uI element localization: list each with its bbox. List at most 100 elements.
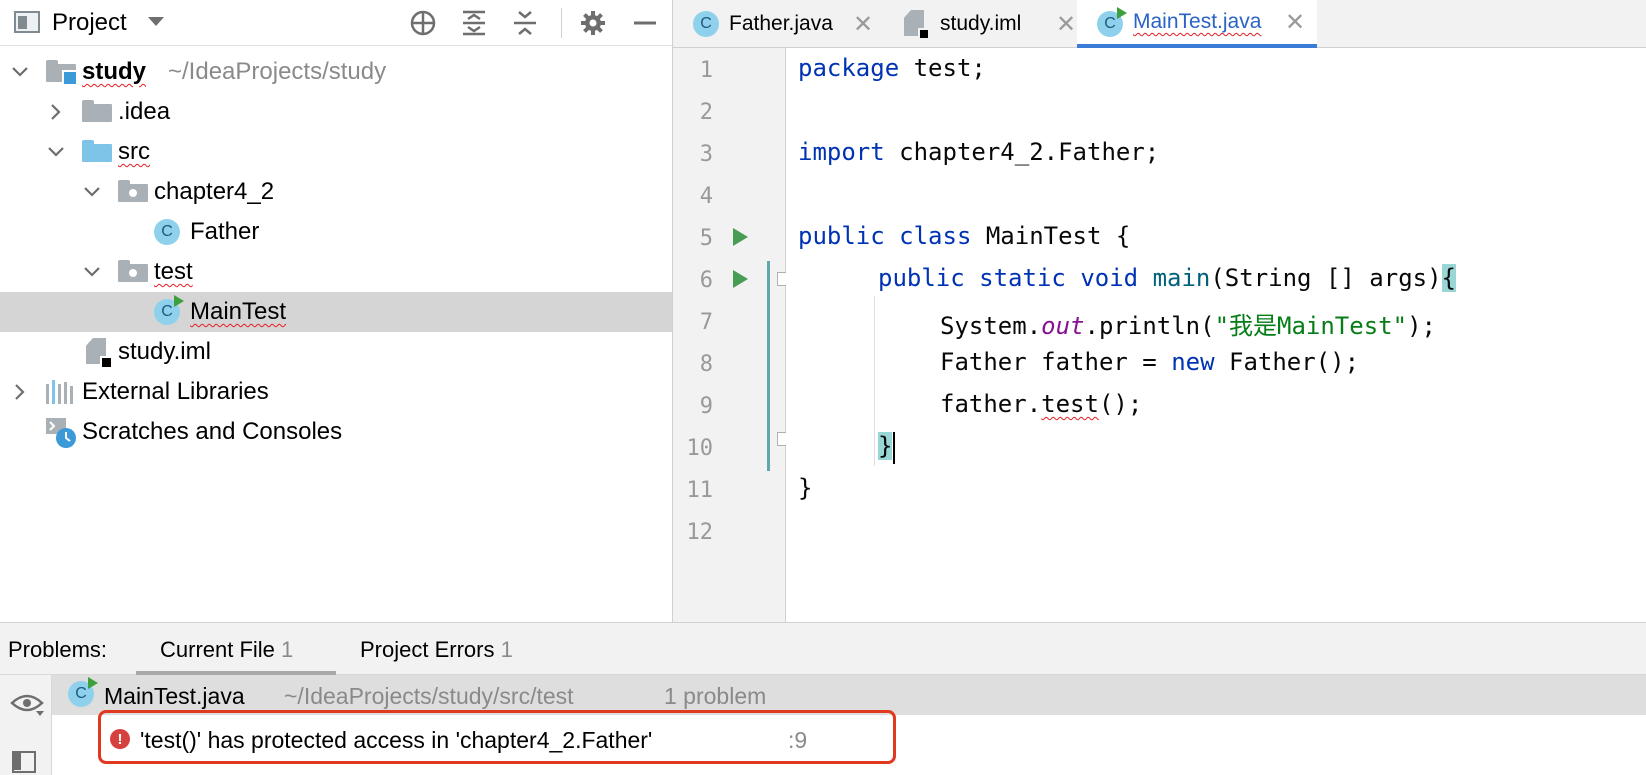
line-number: 12 [686, 520, 714, 545]
project-panel-title[interactable]: Project [52, 9, 127, 37]
line-number: 7 [699, 310, 713, 335]
scratches-icon [44, 416, 78, 448]
collapse-all-icon[interactable] [510, 8, 540, 38]
tree-item-label: study [82, 58, 147, 85]
tree-item-src[interactable]: src [0, 132, 672, 172]
tree-item-test[interactable]: test [0, 252, 672, 292]
tree-item-path: ~/IdeaProjects/study [168, 58, 387, 85]
error-highlight-box [98, 710, 896, 764]
tab-label: MainTest.java [1133, 10, 1262, 33]
line-number: 3 [699, 142, 713, 167]
chevron-right-icon[interactable] [42, 98, 70, 126]
run-icon[interactable] [733, 270, 748, 288]
code-line-8: Father father = new Father(); [940, 348, 1360, 376]
tree-item-study-iml[interactable]: study.iml [0, 332, 672, 372]
code-line-11: } [798, 474, 813, 502]
source-folder-icon [82, 140, 112, 162]
line-number: 11 [686, 478, 714, 503]
project-panel-header: Project [0, 0, 672, 46]
code-line-5: public class MainTest { [798, 222, 1131, 250]
tree-item-label: Scratches and Consoles [82, 418, 343, 445]
module-folder-icon [46, 60, 78, 86]
problem-file-name: MainTest.java [104, 683, 245, 709]
chevron-down-icon[interactable] [78, 178, 106, 206]
tree-item-label: Father [190, 218, 260, 245]
tree-item-external-libraries[interactable]: External Libraries [0, 372, 672, 412]
tree-item-label: MainTest [190, 298, 287, 325]
run-icon[interactable] [733, 228, 748, 246]
runnable-class-icon: C [1097, 7, 1127, 37]
line-number: 2 [699, 100, 713, 125]
minimize-icon[interactable] [630, 8, 660, 38]
tab-maintest-java[interactable]: C MainTest.java ✕ [1077, 0, 1317, 48]
tab-label: Project Errors 1 [360, 637, 513, 662]
libraries-icon [46, 380, 76, 404]
line-number: 4 [699, 184, 713, 209]
package-icon [118, 180, 148, 202]
tree-item-label: .idea [118, 98, 171, 125]
line-number: 9 [699, 394, 713, 419]
toolbar-divider [561, 8, 562, 38]
package-icon [118, 260, 148, 282]
locate-icon[interactable] [408, 8, 438, 38]
tab-study-iml[interactable]: study.iml ✕ [888, 0, 1091, 48]
folder-icon [82, 100, 112, 122]
code-line-10: } [878, 432, 893, 460]
iml-badge-icon [100, 356, 113, 369]
gear-icon[interactable] [578, 8, 608, 38]
runnable-class-icon: C [154, 295, 184, 325]
class-icon: C [693, 11, 719, 37]
eye-icon[interactable] [10, 693, 44, 722]
tree-item-maintest[interactable]: C MainTest [0, 292, 672, 332]
problem-file-row[interactable]: C MainTest.java ~/IdeaProjects/study/src… [52, 675, 1646, 715]
text-cursor [893, 432, 895, 464]
expand-all-icon[interactable] [459, 8, 489, 38]
tab-project-errors[interactable]: Project Errors 1 [336, 623, 546, 675]
line-number: 8 [699, 352, 713, 377]
tab-current-file[interactable]: Current File 1 [136, 623, 336, 675]
editor-gutter: 1 2 3 4 5 6 7 8 9 10 11 12 [673, 48, 791, 622]
chevron-down-icon[interactable] [148, 17, 164, 26]
tree-item-label: test [154, 258, 193, 285]
code-line-6: public static void main(String [] args){ [878, 264, 1456, 292]
indent-guide [874, 296, 875, 466]
chevron-down-icon[interactable] [42, 138, 70, 166]
tab-label: Current File 1 [160, 637, 294, 662]
chevron-down-icon[interactable] [78, 258, 106, 286]
tree-item-study[interactable]: study ~/IdeaProjects/study [0, 52, 672, 92]
problems-sidebar [0, 675, 52, 775]
editor-tabs: C Father.java ✕ study.iml ✕ C MainTest.j… [673, 0, 1646, 48]
chevron-down-icon[interactable] [6, 58, 34, 86]
close-icon[interactable]: ✕ [853, 10, 873, 39]
code-editor[interactable]: package test; import chapter4_2.Father; … [786, 48, 1646, 622]
problems-tabs: Problems: Current File 1 Project Errors … [0, 623, 1646, 675]
change-marker [767, 261, 770, 471]
class-icon: C [154, 219, 180, 245]
tab-label: Father.java [729, 12, 833, 35]
preview-icon[interactable] [12, 751, 36, 773]
project-view-icon[interactable] [14, 11, 40, 33]
tab-father-java[interactable]: C Father.java ✕ [673, 0, 888, 48]
tree-item-idea[interactable]: .idea [0, 92, 672, 132]
tree-item-label: chapter4_2 [154, 178, 275, 205]
tab-label: study.iml [940, 12, 1022, 35]
close-icon[interactable]: ✕ [1285, 8, 1305, 37]
line-number: 1 [699, 58, 713, 83]
tree-item-label: study.iml [118, 338, 211, 365]
problem-file-path: ~/IdeaProjects/study/src/test [284, 683, 574, 709]
close-icon[interactable]: ✕ [1056, 10, 1076, 39]
tree-item-label: src [118, 138, 150, 165]
code-line-7: System.out.println("我是MainTest"); [940, 312, 1436, 340]
runnable-class-icon: C [68, 677, 98, 707]
code-line-9: father.test(); [940, 390, 1143, 418]
tree-item-scratches[interactable]: Scratches and Consoles [0, 412, 672, 452]
line-number: 10 [686, 436, 714, 461]
chevron-right-icon[interactable] [6, 378, 34, 406]
problem-count: 1 problem [664, 683, 767, 709]
iml-badge-icon [918, 28, 930, 40]
line-number: 5 [699, 226, 713, 251]
project-panel: Project study ~/IdeaProjects/study .idea [0, 0, 673, 622]
tree-item-father[interactable]: C Father [0, 212, 672, 252]
tree-item-chapter4_2[interactable]: chapter4_2 [0, 172, 672, 212]
problems-label: Problems: [8, 637, 108, 662]
